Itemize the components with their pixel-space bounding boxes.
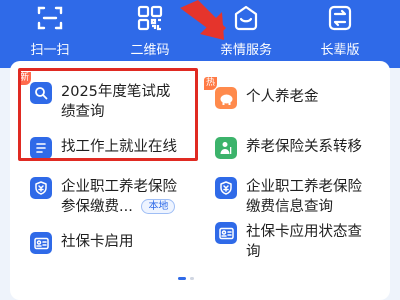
- pager-dot-active[interactable]: [178, 277, 186, 280]
- id-card-icon: [30, 232, 52, 254]
- service-label-line2: 绩查询: [61, 104, 105, 120]
- service-label: 个人养老金: [246, 89, 319, 105]
- service-exam-score-query[interactable]: 2025年度笔试成 绩查询: [30, 82, 170, 122]
- scan-button[interactable]: 扫一扫: [0, 0, 100, 68]
- elder-transfer-icon: [215, 137, 237, 159]
- scan-label: 扫一扫: [30, 43, 70, 58]
- local-tag: 本地: [141, 199, 176, 214]
- family-service-icon: [232, 4, 260, 32]
- service-label: 养老保险关系转移: [246, 139, 362, 155]
- id-card-icon: [215, 222, 237, 244]
- service-label-line2: 参保缴费...: [61, 199, 133, 215]
- service-label-line1: 社保卡应用状态查: [246, 224, 362, 240]
- search-doc-icon: [30, 82, 52, 104]
- document-icon: [30, 137, 52, 159]
- service-label-line2: 询: [246, 244, 261, 260]
- service-card-activation[interactable]: 社保卡启用: [30, 232, 134, 254]
- qrcode-icon: [136, 4, 164, 32]
- new-badge: 新: [18, 72, 32, 85]
- scan-icon: [36, 4, 64, 32]
- elder-mode-icon: [326, 4, 354, 32]
- service-card-status-query[interactable]: 社保卡应用状态查 询: [215, 222, 362, 262]
- annotation-arrow-icon: [180, 0, 226, 40]
- pager-dots: [178, 277, 194, 280]
- service-pension-payment[interactable]: 企业职工养老保险 参保缴费... 本地: [30, 177, 177, 217]
- service-label-line1: 2025年度笔试成: [61, 84, 171, 100]
- top-action-bar: 扫一扫 二维码 亲情服务 长辈版: [0, 0, 400, 68]
- service-pension-payment-info[interactable]: 企业职工养老保险 缴费信息查询: [215, 177, 362, 217]
- service-label: 社保卡启用: [61, 234, 134, 250]
- service-pension-transfer[interactable]: 养老保险关系转移: [215, 137, 362, 159]
- hot-badge: 热: [204, 77, 218, 90]
- service-job-online[interactable]: 找工作上就业在线: [30, 137, 177, 159]
- elder-mode-button[interactable]: 长辈版: [290, 0, 390, 68]
- service-label-line2: 缴费信息查询: [246, 199, 333, 215]
- service-personal-pension[interactable]: 个人养老金: [215, 87, 319, 109]
- qrcode-label: 二维码: [130, 43, 170, 58]
- elder-mode-label: 长辈版: [320, 43, 360, 58]
- piggy-bank-icon: [215, 87, 237, 109]
- service-label-line1: 企业职工养老保险: [246, 179, 362, 195]
- service-label-line1: 企业职工养老保险: [61, 179, 177, 195]
- pager-dot[interactable]: [190, 277, 194, 280]
- shield-yen-icon: [215, 177, 237, 199]
- shield-yen-icon: [30, 177, 52, 199]
- service-label: 找工作上就业在线: [61, 139, 177, 155]
